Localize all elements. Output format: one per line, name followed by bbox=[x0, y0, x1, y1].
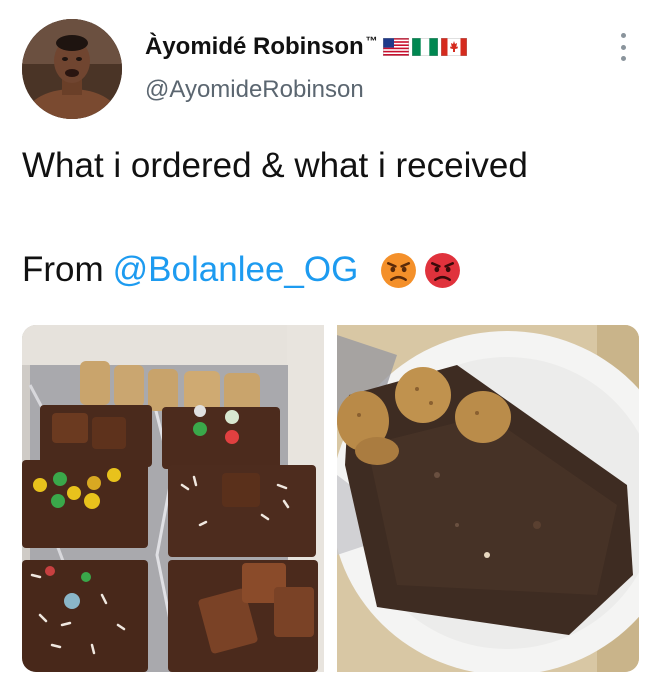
canada-flag-icon bbox=[440, 38, 467, 56]
tweet-text-line1: What i ordered & what i received bbox=[22, 146, 528, 185]
flags-group bbox=[382, 38, 467, 56]
tweet-text-prefix: From bbox=[22, 250, 104, 289]
more-options-icon[interactable] bbox=[612, 33, 634, 61]
brownies-photo-icon bbox=[22, 325, 324, 672]
angry-face-emoji-icon bbox=[381, 252, 417, 288]
photo-ordered[interactable] bbox=[22, 325, 324, 672]
brownie-plate-photo-icon bbox=[337, 325, 639, 672]
author-name-row[interactable]: Àyomidé Robinson ™ bbox=[145, 30, 467, 64]
author-display-name[interactable]: Àyomidé Robinson bbox=[145, 33, 364, 61]
nigeria-flag-icon bbox=[411, 38, 438, 56]
red-angry-face-emoji-icon bbox=[425, 252, 461, 288]
photo-received[interactable] bbox=[337, 325, 639, 672]
more-dot bbox=[620, 44, 626, 50]
more-dot bbox=[620, 33, 626, 38]
more-dot bbox=[620, 56, 626, 61]
tweet-text-line2: From @Bolanlee_OG bbox=[22, 250, 461, 290]
tweet-media bbox=[22, 325, 639, 672]
trademark-symbol: ™ bbox=[365, 34, 378, 48]
avatar-image bbox=[22, 19, 122, 119]
us-flag-icon bbox=[382, 38, 409, 56]
author-handle[interactable]: @AyomideRobinson bbox=[145, 76, 364, 104]
mention-link[interactable]: @Bolanlee_OG bbox=[113, 250, 359, 290]
avatar[interactable] bbox=[22, 19, 122, 119]
